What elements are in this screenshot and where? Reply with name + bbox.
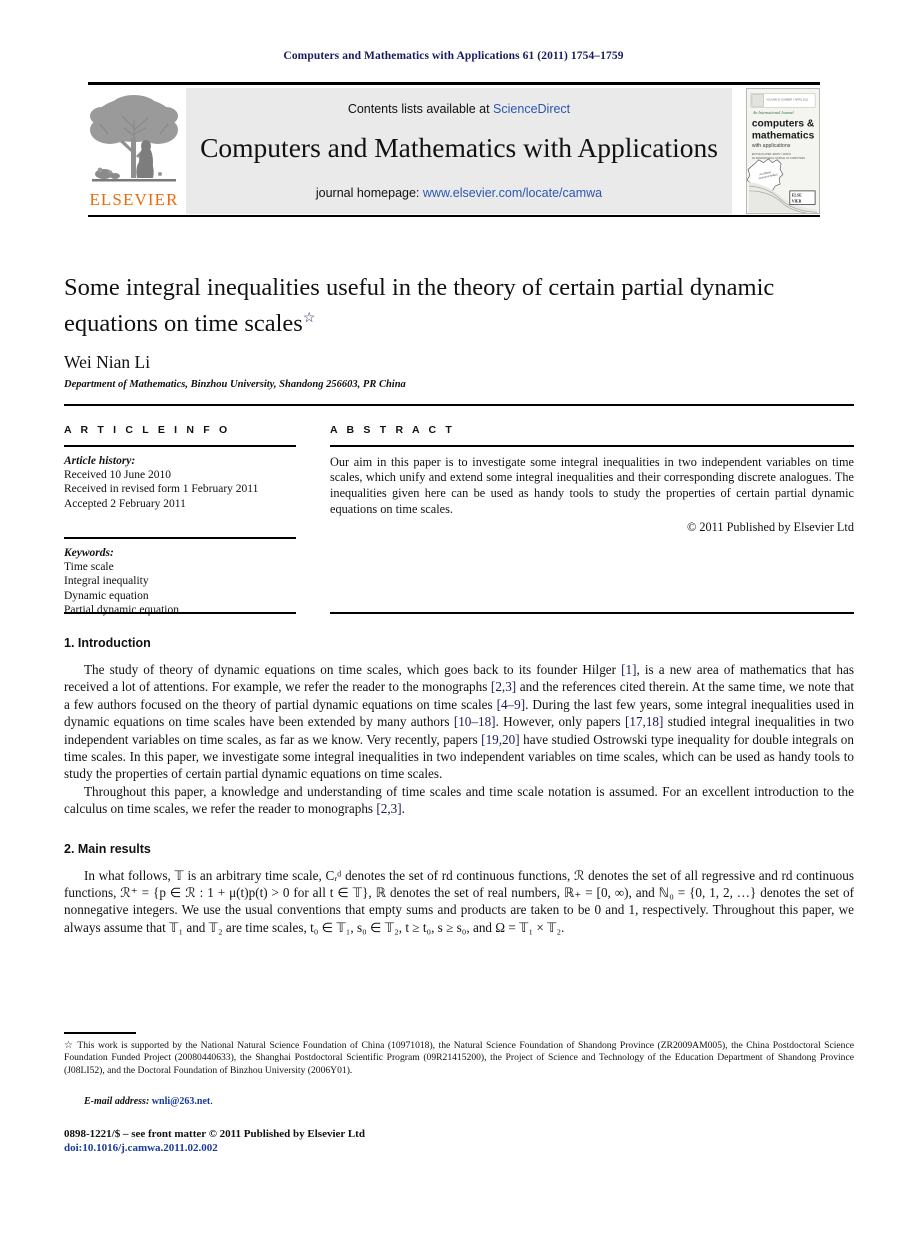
- intro-paragraph-2: Throughout this paper, a knowledge and u…: [64, 783, 854, 817]
- journal-title: Computers and Mathematics with Applicati…: [200, 132, 718, 163]
- author-affiliation: Department of Mathematics, Binzhou Unive…: [64, 379, 406, 391]
- abstract-column: A B S T R A C T Our aim in this paper is…: [330, 424, 854, 535]
- keyword-item: Partial dynamic equation: [64, 604, 179, 616]
- footnote-rule: [64, 1032, 136, 1034]
- elsevier-tree-icon: [90, 90, 178, 190]
- elsevier-wordmark: ELSEVIER: [89, 190, 179, 209]
- article-history-item: Accepted 2 February 2011: [64, 497, 186, 510]
- keyword-item: Time scale: [64, 560, 114, 573]
- paper-title-text: Some integral inequalities useful in the…: [64, 274, 775, 338]
- article-info-bottom-rule: [64, 612, 296, 614]
- citation-ref[interactable]: [17,18]: [625, 714, 663, 729]
- article-info-column: A R T I C L E I N F O Article history: R…: [64, 424, 296, 618]
- title-block: Some integral inequalities useful in the…: [64, 272, 854, 390]
- article-info-label: A R T I C L E I N F O: [64, 424, 231, 436]
- contents-prefix: Contents lists available at: [347, 102, 494, 116]
- keyword-item: Dynamic equation: [64, 589, 149, 602]
- svg-text:EDITOR-IN-CHIEF: ERVIN Y. RODI: EDITOR-IN-CHIEF: ERVIN Y. RODIN: [752, 154, 791, 156]
- intro-paragraph-1: The study of theory of dynamic equations…: [64, 662, 855, 782]
- journal-cover-thumbnail: VOLUME 61 NUMBER 7 APRIL 2011 An Interna…: [746, 88, 820, 214]
- journal-band: Contents lists available at ScienceDirec…: [186, 88, 732, 214]
- citation-ref[interactable]: [2,3]: [491, 679, 516, 694]
- masthead-bottom-rule: [88, 215, 820, 217]
- citation-ref[interactable]: [2,3]: [376, 801, 401, 816]
- title-bottom-rule: [64, 404, 854, 406]
- svg-text:An International Journal: An International Journal: [752, 110, 795, 115]
- abstract-copyright: © 2011 Published by Elsevier Ltd: [686, 519, 854, 534]
- citation-ref[interactable]: [4–9]: [497, 697, 526, 712]
- email-line: E-mail address: wnli@263.net.: [64, 1096, 854, 1107]
- journal-homepage-link[interactable]: www.elsevier.com/locate/camwa: [423, 186, 602, 200]
- svg-text:VOLUME 61 NUMBER 7 APRIL 201: VOLUME 61 NUMBER 7 APRIL 2011: [766, 98, 808, 101]
- abstract-rule: [330, 445, 854, 447]
- email-suffix: .: [210, 1096, 213, 1107]
- masthead-top-rule: [88, 82, 820, 85]
- page-title: Some integral inequalities useful in the…: [64, 272, 854, 339]
- issn-front-matter-line: 0898-1221/$ – see front matter © 2011 Pu…: [64, 1128, 365, 1140]
- section-heading-introduction: 1. Introduction: [64, 636, 151, 650]
- results-paragraph-1: In what follows, 𝕋 is an arbitrary time …: [64, 867, 854, 935]
- svg-text:VIER: VIER: [792, 200, 802, 204]
- journal-homepage-line: journal homepage: www.elsevier.com/locat…: [186, 186, 732, 200]
- cover-artwork: VOLUME 61 NUMBER 7 APRIL 2011 An Interna…: [747, 89, 819, 213]
- section-heading-main-results: 2. Main results: [64, 841, 151, 856]
- journal-masthead: ELSEVIER Contents lists available at Sci…: [88, 82, 820, 218]
- citation-ref[interactable]: [19,20]: [481, 732, 519, 747]
- article-history-item: Received 10 June 2010: [64, 468, 171, 481]
- footnote-star-icon: ☆: [64, 1040, 75, 1051]
- author-email-link[interactable]: wnli@263.net: [152, 1096, 210, 1107]
- contents-available-line: Contents lists available at ScienceDirec…: [186, 102, 732, 116]
- citation-ref[interactable]: [1]: [621, 662, 636, 677]
- citation-ref[interactable]: [10–18]: [454, 714, 496, 729]
- abstract-text: Our aim in this paper is to investigate …: [330, 454, 854, 516]
- funding-footnote-text: This work is supported by the National N…: [64, 1040, 854, 1076]
- article-history-label: Article history:: [64, 454, 136, 467]
- email-label: E-mail address:: [84, 1096, 150, 1107]
- author-name: Wei Nian Li: [64, 352, 151, 373]
- sciencedirect-link[interactable]: ScienceDirect: [493, 102, 570, 116]
- svg-text:computers &: computers &: [752, 119, 815, 130]
- keywords-rule: [64, 537, 296, 539]
- title-footnote-star-icon[interactable]: ☆: [303, 311, 316, 326]
- svg-text:mathematics: mathematics: [752, 130, 815, 141]
- paper-page: Computers and Mathematics with Applicati…: [0, 0, 907, 1238]
- keyword-item: Integral inequality: [64, 575, 149, 587]
- elsevier-logo: ELSEVIER: [88, 88, 180, 214]
- homepage-prefix: journal homepage:: [315, 186, 423, 200]
- keywords-label: Keywords:: [64, 546, 114, 559]
- article-info-rule: [64, 445, 296, 447]
- funding-footnote: ☆ This work is supported by the National…: [64, 1040, 854, 1077]
- body-column: 1. Introduction The study of theory of d…: [64, 636, 854, 936]
- svg-text:with applications: with applications: [752, 143, 791, 149]
- doi-line[interactable]: doi:10.1016/j.camwa.2011.02.002: [64, 1142, 854, 1154]
- svg-text:ELSE: ELSE: [792, 194, 802, 198]
- article-history-item: Received in revised form 1 February 2011: [64, 483, 259, 495]
- page-footer: 0898-1221/$ – see front matter © 2011 Pu…: [64, 1128, 854, 1154]
- abstract-label: A B S T R A C T: [330, 424, 455, 436]
- svg-text:AN INTERNATIONAL JOURNAL OF CO: AN INTERNATIONAL JOURNAL OF COMPUTERS: [752, 157, 806, 160]
- running-head: Computers and Mathematics with Applicati…: [283, 50, 624, 62]
- abstract-bottom-rule: [330, 612, 854, 614]
